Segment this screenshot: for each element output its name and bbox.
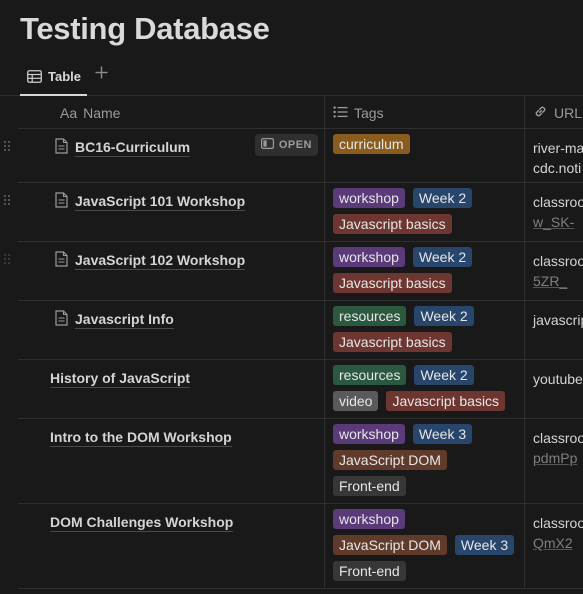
- open-button-label: OPEN: [278, 139, 312, 151]
- tag: Week 2: [412, 188, 473, 208]
- url-link[interactable]: javascrip: [533, 310, 583, 330]
- row-title[interactable]: JavaScript 101 Workshop: [75, 192, 246, 211]
- table-row[interactable]: JavaScript 101 Workshop workshop Week 2 …: [3, 183, 583, 242]
- cell-url[interactable]: classroo QmX2: [525, 504, 583, 588]
- tag: Week 3: [412, 424, 473, 444]
- cell-name[interactable]: History of JavaScript: [50, 360, 325, 418]
- table-header: Aa Name Tags URL: [18, 96, 583, 129]
- column-url-label: URL: [554, 104, 583, 121]
- tag: workshop: [333, 424, 405, 444]
- cell-tags[interactable]: resources Week 2 video Javascript basics: [325, 360, 525, 418]
- column-header-url[interactable]: URL: [525, 96, 583, 129]
- row-title[interactable]: DOM Challenges Workshop: [50, 513, 234, 532]
- tag: resources: [333, 365, 407, 385]
- table-icon: [26, 68, 42, 84]
- tag: Javascript basics: [386, 391, 506, 411]
- side-peek-icon: [260, 138, 274, 152]
- link-icon: [533, 104, 548, 122]
- table-row[interactable]: DOM Challenges Workshop workshop JavaScr…: [18, 504, 583, 589]
- tag: JavaScript DOM: [333, 450, 447, 470]
- cell-tags[interactable]: workshop Week 2 Javascript basics: [325, 183, 525, 241]
- view-bar: Table: [0, 60, 583, 96]
- page-icon: [55, 251, 69, 267]
- cell-tags[interactable]: workshop JavaScript DOM Week 3 Front-end: [325, 504, 525, 588]
- tab-table-label: Table: [48, 68, 81, 84]
- tag: workshop: [333, 247, 405, 267]
- column-name-label: Name: [83, 104, 121, 121]
- cell-tags[interactable]: curriculum: [325, 129, 525, 182]
- page-icon: [55, 138, 69, 154]
- add-view-button[interactable]: [92, 66, 110, 84]
- tag: Javascript basics: [333, 214, 452, 234]
- cell-url[interactable]: classroo w_SK-: [525, 183, 583, 241]
- page-icon: [55, 192, 69, 208]
- row-title[interactable]: JavaScript 102 Workshop: [75, 251, 246, 270]
- tag: video: [333, 391, 379, 411]
- cell-tags[interactable]: workshop Week 2 Javascript basics: [325, 242, 525, 300]
- cell-tags[interactable]: resources Week 2 Javascript basics: [325, 301, 525, 359]
- tag: curriculum: [333, 134, 410, 154]
- drag-handle-icon[interactable]: [0, 191, 14, 209]
- tag: resources: [333, 306, 407, 326]
- url-link[interactable]: classroo pdmPp: [533, 428, 583, 468]
- tag: JavaScript DOM: [333, 535, 447, 555]
- tag: Javascript basics: [333, 273, 452, 293]
- tag: workshop: [333, 509, 405, 529]
- list-icon: [333, 105, 348, 121]
- tag: Javascript basics: [333, 332, 452, 352]
- cell-url[interactable]: classroo pdmPp: [525, 419, 583, 503]
- cell-name[interactable]: DOM Challenges Workshop: [50, 504, 325, 588]
- cell-name[interactable]: BC16-Curriculum OPEN: [50, 129, 325, 182]
- tag: Week 2: [414, 306, 474, 326]
- cell-name[interactable]: JavaScript 102 Workshop: [50, 242, 325, 300]
- cell-name[interactable]: Javascript Info: [50, 301, 325, 359]
- tag: Front-end: [333, 561, 406, 581]
- table-row[interactable]: JavaScript 102 Workshop workshop Week 2 …: [3, 242, 583, 301]
- url-link[interactable]: classroo 5ZR_: [533, 251, 583, 291]
- url-link[interactable]: youtube: [533, 369, 583, 389]
- column-tags-label: Tags: [354, 104, 384, 121]
- tab-table-view[interactable]: Table: [20, 64, 87, 96]
- drag-handle-icon[interactable]: [0, 137, 14, 155]
- page-icon: [55, 310, 69, 326]
- drag-handle-icon[interactable]: [0, 250, 14, 268]
- tag: workshop: [333, 188, 405, 208]
- row-title[interactable]: Intro to the DOM Workshop: [50, 428, 232, 447]
- row-title[interactable]: History of JavaScript: [50, 369, 191, 388]
- tag: Week 2: [414, 365, 474, 385]
- column-header-name[interactable]: Aa Name: [50, 96, 325, 129]
- text-type-icon: Aa: [60, 104, 78, 121]
- database-table: Aa Name Tags URL BC16-Curriculum OPEN cu…: [3, 96, 583, 589]
- plus-icon: [95, 66, 108, 84]
- page-title: Testing Database: [20, 11, 270, 46]
- table-row[interactable]: Intro to the DOM Workshop workshop Week …: [18, 419, 583, 504]
- cell-tags[interactable]: workshop Week 3 JavaScript DOM Front-end: [325, 419, 525, 503]
- url-link[interactable]: classroo QmX2: [533, 513, 583, 553]
- cell-url[interactable]: classroo 5ZR_: [525, 242, 583, 300]
- column-header-tags[interactable]: Tags: [325, 96, 525, 129]
- table-row[interactable]: History of JavaScript resources Week 2 v…: [18, 360, 583, 419]
- row-title[interactable]: Javascript Info: [75, 310, 174, 329]
- url-link[interactable]: classroo w_SK-: [533, 192, 583, 232]
- tag: Week 3: [454, 535, 515, 555]
- row-title[interactable]: BC16-Curriculum: [75, 138, 191, 157]
- tag: Week 2: [412, 247, 473, 267]
- table-row[interactable]: Javascript Info resources Week 2 Javascr…: [18, 301, 583, 360]
- cell-name[interactable]: JavaScript 101 Workshop: [50, 183, 325, 241]
- cell-url[interactable]: youtube: [525, 360, 583, 418]
- open-button[interactable]: OPEN: [254, 134, 318, 156]
- table-row[interactable]: BC16-Curriculum OPEN curriculum river-ma…: [3, 129, 583, 183]
- url-link[interactable]: river-ma cdc.noti: [533, 138, 583, 178]
- tag: Front-end: [333, 476, 406, 496]
- cell-url[interactable]: river-ma cdc.noti: [525, 129, 583, 182]
- cell-url[interactable]: javascrip: [525, 301, 583, 359]
- cell-name[interactable]: Intro to the DOM Workshop: [50, 419, 325, 503]
